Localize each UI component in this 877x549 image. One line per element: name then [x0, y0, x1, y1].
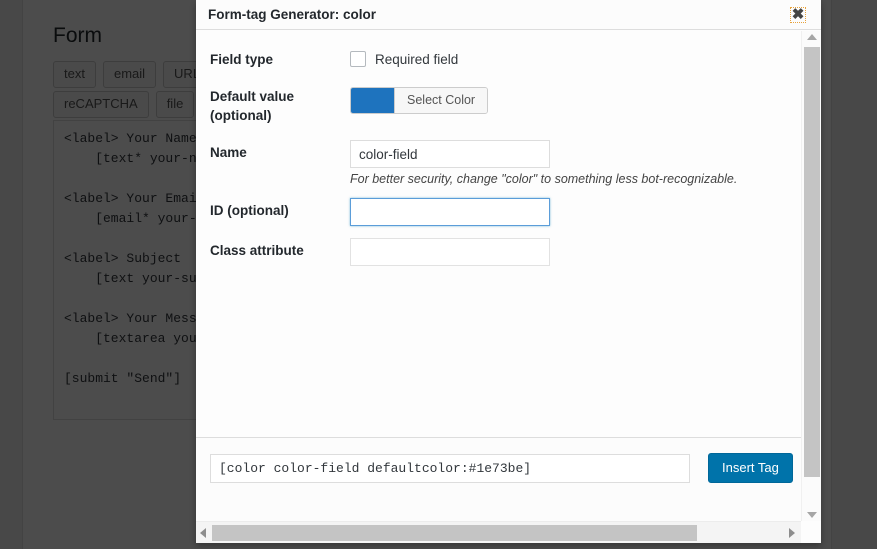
label-default-value-line1: Default value [210, 89, 295, 104]
row-default-value: Default value (optional) Select Color [210, 78, 770, 134]
modal-vertical-scrollbar[interactable] [801, 31, 821, 521]
scrollbar-corner [801, 521, 821, 543]
label-class-attribute: Class attribute [210, 243, 304, 258]
modal-title: Form-tag Generator: color [208, 7, 377, 22]
scroll-down-arrow-icon[interactable] [807, 512, 817, 518]
generated-tag-output[interactable] [210, 454, 690, 483]
modal-footer: Insert Tag [196, 437, 801, 521]
label-default-value: Default value (optional) [210, 78, 350, 134]
horizontal-scroll-thumb[interactable] [212, 525, 697, 541]
id-input[interactable] [350, 198, 550, 226]
scroll-right-arrow-icon[interactable] [789, 528, 795, 538]
tag-generator-fields-table: Field type Required field Default value … [210, 41, 770, 272]
name-hint: For better security, change "color" to s… [350, 172, 738, 186]
form-tag-generator-modal: Form-tag Generator: color ✖ Field type R… [196, 0, 821, 543]
modal-body: Field type Required field Default value … [196, 31, 801, 521]
row-id: ID (optional) [210, 192, 770, 232]
modal-horizontal-scrollbar[interactable] [196, 521, 821, 543]
row-class: Class attribute [210, 232, 770, 272]
color-swatch[interactable] [351, 88, 395, 113]
close-icon[interactable]: ✖ [785, 2, 811, 28]
name-input[interactable] [350, 140, 550, 168]
scroll-left-arrow-icon[interactable] [200, 528, 206, 538]
select-color-button[interactable]: Select Color [395, 88, 488, 113]
label-field-type: Field type [210, 52, 274, 67]
insert-tag-button[interactable]: Insert Tag [708, 453, 793, 483]
label-name: Name [210, 145, 247, 160]
tag-generator-form: Field type Required field Default value … [196, 31, 801, 437]
scroll-up-arrow-icon[interactable] [807, 34, 817, 40]
required-field-label: Required field [375, 51, 459, 67]
color-picker-control[interactable]: Select Color [350, 87, 489, 114]
required-field-control[interactable]: Required field [350, 47, 770, 67]
row-name: Name For better security, change "color"… [210, 134, 770, 192]
label-id: ID (optional) [210, 203, 289, 218]
class-input[interactable] [350, 238, 550, 266]
required-field-checkbox[interactable] [350, 51, 366, 67]
label-default-value-line2: (optional) [210, 108, 272, 123]
vertical-scroll-thumb[interactable] [804, 47, 820, 477]
modal-header: Form-tag Generator: color ✖ [196, 0, 821, 30]
row-field-type: Field type Required field [210, 41, 770, 78]
screen: Form text email URL te reCAPTCHA file su… [0, 0, 877, 549]
